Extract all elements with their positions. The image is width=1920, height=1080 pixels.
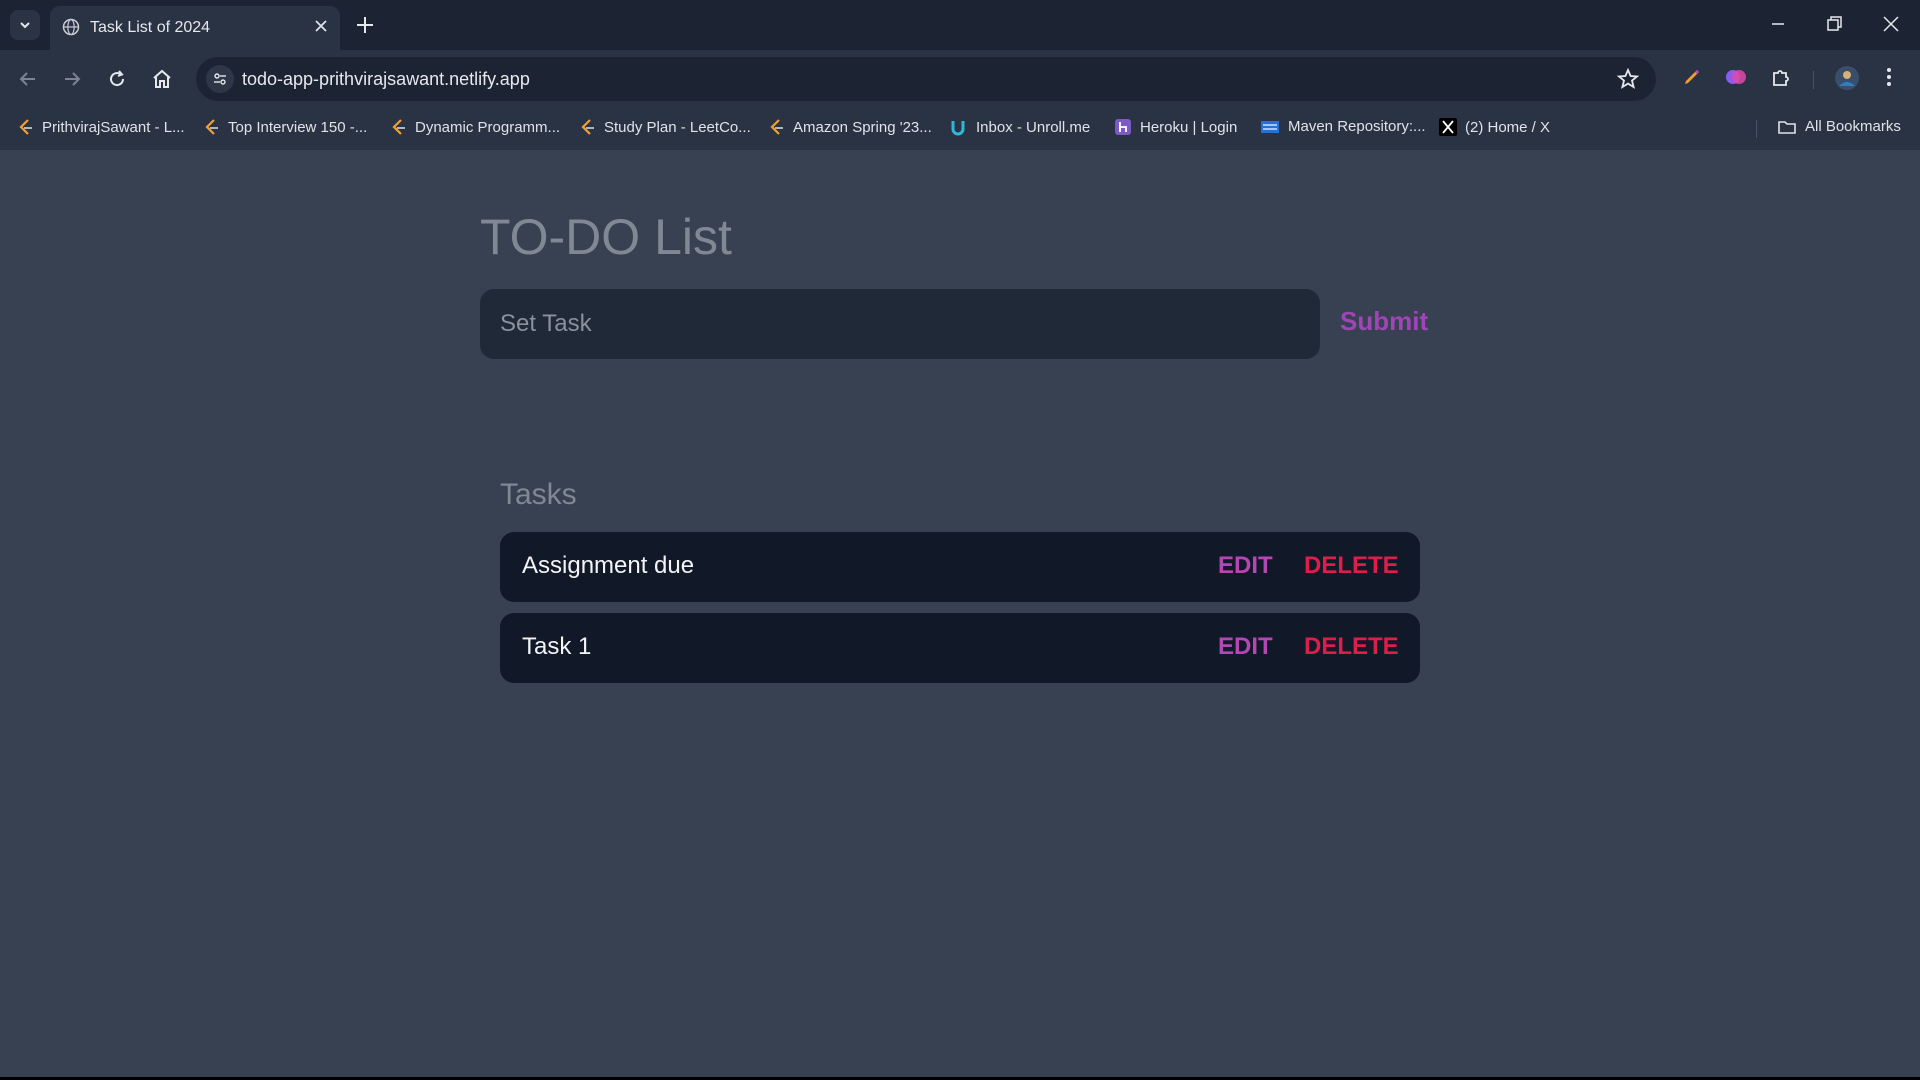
bookmark-item[interactable]: Top Interview 150 -... <box>204 118 367 136</box>
leetcode-icon <box>580 118 596 136</box>
menu-kebab-icon[interactable] <box>1882 65 1896 94</box>
brain-extension-icon[interactable] <box>1724 65 1748 94</box>
leetcode-icon <box>204 118 220 136</box>
all-bookmarks-button[interactable]: All Bookmarks <box>1777 118 1901 135</box>
leetcode-icon <box>18 118 34 136</box>
unrollme-icon <box>950 118 968 136</box>
bookmark-item[interactable]: Study Plan - LeetCo... <box>580 118 751 136</box>
edit-button[interactable]: EDIT <box>1218 552 1273 580</box>
bookmark-item[interactable]: Maven Repository:... <box>1260 118 1426 135</box>
bookmarks-divider <box>1756 120 1757 138</box>
delete-button[interactable]: DELETE <box>1304 633 1399 661</box>
active-tab[interactable]: Task List of 2024 <box>50 6 340 50</box>
home-icon[interactable] <box>150 67 174 96</box>
forward-icon[interactable] <box>60 67 84 96</box>
task-list: Assignment due EDIT DELETE Task 1 EDIT D… <box>500 532 1420 694</box>
heroku-icon <box>1114 118 1132 136</box>
maven-icon <box>1260 119 1280 135</box>
toolbar-divider <box>1813 71 1814 89</box>
folder-icon <box>1777 119 1797 135</box>
browser-toolbar: todo-app-prithvirajsawant.netlify.app <box>0 50 1920 108</box>
globe-icon <box>62 18 80 41</box>
bookmarks-bar: PrithvirajSawant - L... Top Interview 15… <box>0 108 1920 150</box>
bookmark-item[interactable]: Dynamic Programm... <box>391 118 560 136</box>
bookmark-item[interactable]: Heroku | Login <box>1114 118 1237 136</box>
reload-icon[interactable] <box>105 67 129 96</box>
bookmark-item[interactable]: Inbox - Unroll.me <box>950 118 1090 136</box>
bookmark-item[interactable]: (2) Home / X <box>1439 118 1550 136</box>
bookmark-item[interactable]: PrithvirajSawant - L... <box>18 118 185 136</box>
x-icon <box>1439 118 1457 136</box>
task-text: Task 1 <box>522 633 592 660</box>
tab-title: Task List of 2024 <box>90 19 211 36</box>
leetcode-icon <box>391 118 407 136</box>
delete-button[interactable]: DELETE <box>1304 552 1399 580</box>
task-row: Assignment due EDIT DELETE <box>500 532 1420 602</box>
pen-extension-icon[interactable] <box>1680 65 1704 94</box>
url-text: todo-app-prithvirajsawant.netlify.app <box>242 69 530 89</box>
site-info-icon[interactable] <box>206 65 234 93</box>
task-text: Assignment due <box>522 552 695 579</box>
bookmark-star-icon[interactable] <box>1616 67 1640 96</box>
new-tab-icon[interactable] <box>352 12 378 43</box>
submit-button[interactable]: Submit <box>1340 306 1428 337</box>
restore-icon[interactable] <box>1822 12 1846 41</box>
page-title: TO-DO List <box>480 209 732 265</box>
tasks-heading: Tasks <box>500 478 577 511</box>
close-window-icon[interactable] <box>1879 12 1903 41</box>
bookmark-item[interactable]: Amazon Spring '23... <box>769 118 932 136</box>
profile-avatar-icon[interactable] <box>1834 65 1860 96</box>
back-icon[interactable] <box>16 67 40 96</box>
task-row: Task 1 EDIT DELETE <box>500 613 1420 683</box>
task-input[interactable] <box>480 289 1320 359</box>
extensions-puzzle-icon[interactable] <box>1769 65 1793 94</box>
address-bar[interactable]: todo-app-prithvirajsawant.netlify.app <box>196 57 1656 101</box>
minimize-icon[interactable] <box>1766 12 1790 41</box>
tab-strip: Task List of 2024 <box>0 0 1920 50</box>
chevron-down-icon <box>20 22 30 29</box>
close-tab-icon[interactable] <box>312 17 330 40</box>
leetcode-icon <box>769 118 785 136</box>
edit-button[interactable]: EDIT <box>1218 633 1273 661</box>
tab-search-button[interactable] <box>10 10 40 40</box>
